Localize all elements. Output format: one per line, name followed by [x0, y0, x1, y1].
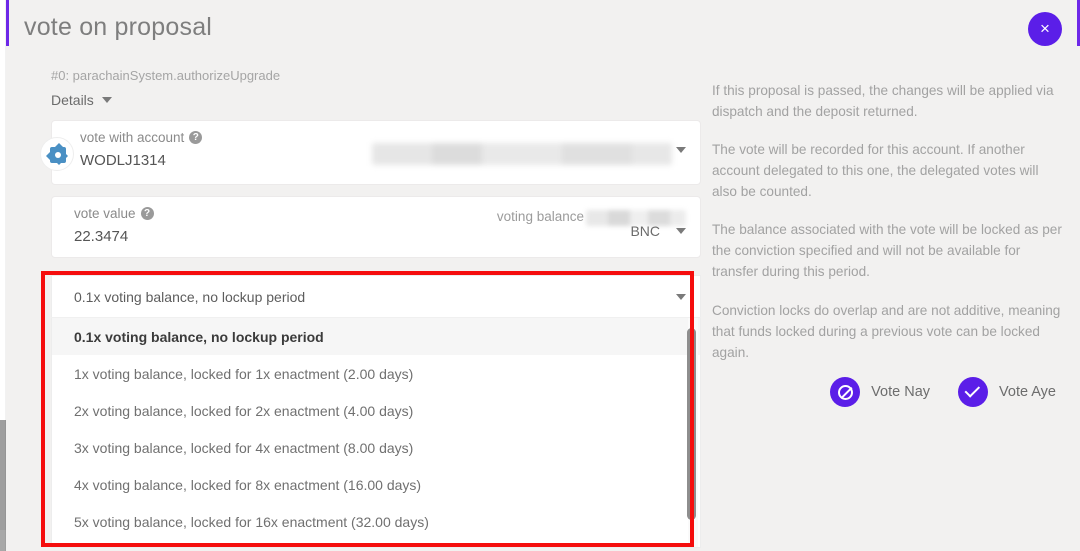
vote-modal: vote on proposal × #0: parachainSystem.a…	[6, 0, 1080, 551]
dropdown-scrollbar-track[interactable]	[688, 318, 698, 548]
no-entry-icon	[830, 377, 860, 407]
vote-value-input[interactable]: 22.3474	[74, 228, 686, 245]
conviction-option-2[interactable]: 2x voting balance, locked for 2x enactme…	[52, 392, 700, 429]
conviction-option-4[interactable]: 4x voting balance, locked for 8x enactme…	[52, 466, 700, 503]
conviction-select-trigger[interactable]: 0.1x voting balance, no lockup period	[51, 275, 701, 317]
vote-aye-button[interactable]: Vote Aye	[958, 377, 1056, 407]
chevron-down-icon	[676, 228, 686, 234]
page-title: vote on proposal	[24, 13, 212, 42]
help-icon[interactable]: ?	[141, 207, 154, 220]
account-label-text: vote with account	[80, 130, 184, 145]
modal-accent-bar	[6, 0, 9, 46]
chevron-down-icon	[676, 294, 686, 300]
token-label: BNC	[630, 223, 660, 239]
conviction-dropdown[interactable]: 0.1x voting balance, no lockup period 0.…	[51, 275, 701, 548]
vote-aye-label: Vote Aye	[999, 384, 1056, 400]
details-toggle[interactable]: Details	[51, 92, 112, 108]
details-label: Details	[51, 92, 94, 108]
help-paragraph-1: If this proposal is passed, the changes …	[712, 80, 1064, 122]
dropdown-scrollbar-thumb[interactable]	[687, 328, 696, 520]
chevron-down-icon[interactable]	[676, 147, 686, 153]
conviction-option-5[interactable]: 5x voting balance, locked for 16x enactm…	[52, 503, 700, 540]
account-identicon-icon	[40, 137, 74, 171]
conviction-options-list[interactable]: 0.1x voting balance, no lockup period 1x…	[51, 317, 701, 548]
vote-nay-label: Vote Nay	[871, 384, 930, 400]
conviction-selected-value: 0.1x voting balance, no lockup period	[74, 289, 305, 305]
modal-help-column: If this proposal is passed, the changes …	[712, 80, 1064, 380]
conviction-option-0[interactable]: 0.1x voting balance, no lockup period	[52, 318, 700, 355]
modal-left-column: #0: parachainSystem.authorizeUpgrade Det…	[51, 68, 701, 269]
help-paragraph-3: The balance associated with the vote wil…	[712, 219, 1064, 282]
close-icon: ×	[1040, 19, 1050, 38]
vote-nay-button[interactable]: Vote Nay	[830, 377, 930, 407]
proposal-reference: #0: parachainSystem.authorizeUpgrade	[51, 68, 701, 83]
vote-with-account-field[interactable]: vote with account ? WODLJ1314	[51, 120, 701, 185]
help-icon[interactable]: ?	[189, 131, 202, 144]
vote-value-field[interactable]: vote value ? 22.3474 voting balance BNC	[51, 196, 701, 258]
help-paragraph-4: Conviction locks do overlap and are not …	[712, 300, 1064, 363]
help-paragraph-2: The vote will be recorded for this accou…	[712, 139, 1064, 202]
conviction-option-3[interactable]: 3x voting balance, locked for 4x enactme…	[52, 429, 700, 466]
chevron-down-icon	[102, 97, 112, 103]
voting-balance-label: voting balance	[497, 209, 584, 224]
token-select[interactable]: BNC	[630, 223, 686, 239]
conviction-option-1[interactable]: 1x voting balance, locked for 1x enactme…	[52, 355, 700, 392]
check-icon	[958, 377, 988, 407]
vote-value-label-text: vote value	[74, 206, 136, 221]
close-button[interactable]: ×	[1028, 12, 1062, 46]
vote-actions: Vote Nay Vote Aye	[830, 377, 1056, 407]
account-address-redacted	[372, 143, 672, 165]
